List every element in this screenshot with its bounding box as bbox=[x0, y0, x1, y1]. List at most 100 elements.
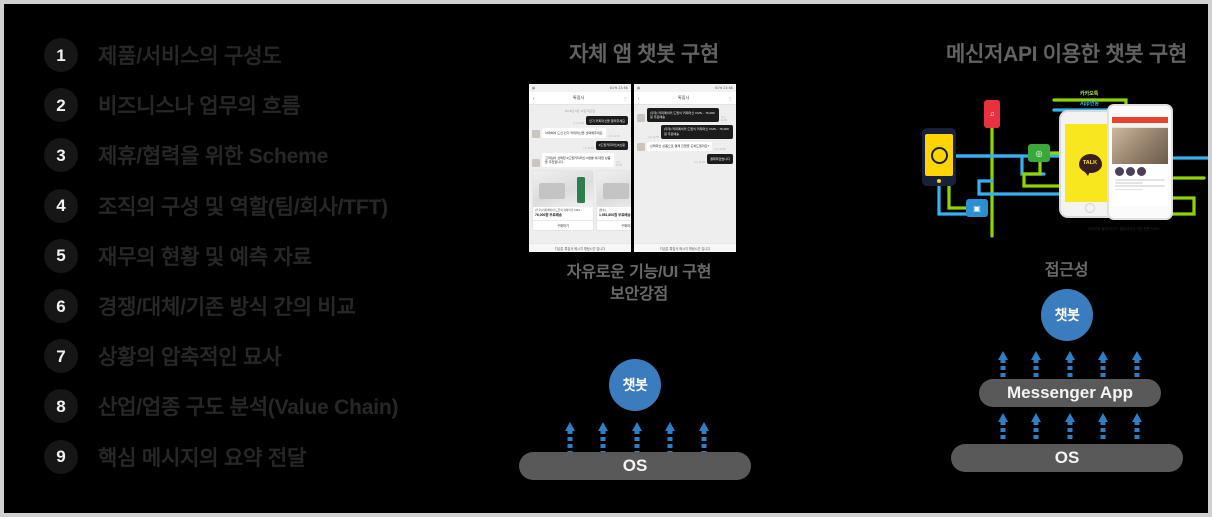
right-column-title: 메신저API 이용한 챗봇 구현 bbox=[946, 43, 1187, 66]
list-item-number-badge: 6 bbox=[44, 289, 78, 324]
app-text-lines bbox=[1112, 179, 1168, 191]
chat-title: 톡집사 bbox=[572, 95, 585, 100]
music-icon: ♫ bbox=[989, 110, 995, 118]
home-button-icon bbox=[1085, 203, 1095, 213]
music-node: ♫ bbox=[984, 100, 1000, 128]
list-item-number-badge: 2 bbox=[44, 88, 78, 123]
message-timestamp: 오후 11:56 bbox=[714, 148, 726, 152]
up-arrow-icon bbox=[564, 422, 575, 452]
chat-message-row: [쿠쿠] 커피메이커 드립식 커피머신 CMS... 76,000원 무료배송 오… bbox=[637, 108, 733, 122]
center-column-title: 자체 앱 챗봇 구현 bbox=[569, 43, 719, 66]
hub-device-node bbox=[922, 128, 956, 186]
avatar bbox=[532, 129, 540, 138]
right-stack-diagram: 챗봇 Messenger App OS bbox=[939, 289, 1194, 484]
arrow-shaft bbox=[1067, 359, 1072, 379]
avatar bbox=[637, 143, 645, 152]
arrow-shaft bbox=[567, 430, 572, 452]
chat-body: 2018년 9월 11일 화요일오후 11:51 인기 커피머신을 알려주세요아래… bbox=[529, 105, 631, 244]
slide-canvas: 1 제품/서비스의 구성도 2 비즈니스나 업무의 흐름 3 제휴/협력을 위한 Sche… bbox=[0, 0, 1212, 517]
product-card-carousel[interactable]: [쿠쿠] 커피메이커 드립식 커피머신 CMS... 76,000원 무료배송 구매… bbox=[532, 170, 631, 231]
product-price: 1,561,800원 무료배송 bbox=[599, 213, 631, 218]
list-item-number-badge: 1 bbox=[44, 38, 78, 73]
chat-message-row: 아래에서 드신 인기 커피머신을 선택해주세요. 오후 11:52 bbox=[532, 128, 628, 138]
up-arrow-icon bbox=[997, 413, 1008, 441]
list-item-label: 핵심 메시지의 요약 전달 bbox=[98, 446, 307, 470]
chat-body: [쿠쿠] 커피메이커 드립식 커피머신 CMS... 76,000원 무료배송 오… bbox=[634, 105, 736, 244]
list-item[interactable]: 6 경쟁/대체/기존 방식 간의 비교 bbox=[44, 281, 484, 331]
up-arrow-icon bbox=[598, 422, 609, 452]
chat-bubble: 인기 커피머신을 알려주세요 bbox=[586, 116, 628, 126]
avatar bbox=[1126, 167, 1135, 176]
center-column-caption: 자유로운 기능/UI 구현 보안강점 bbox=[514, 262, 764, 305]
text-line bbox=[1115, 182, 1143, 184]
status-left-icon: ▤ bbox=[532, 86, 536, 90]
up-arrow-icon bbox=[1098, 351, 1109, 379]
chat-navbar: ‹ 톡집사 ⋮ bbox=[529, 92, 631, 105]
up-arrow-icon bbox=[1131, 351, 1142, 379]
list-item-label: 산업/업종 구도 분석(Value Chain) bbox=[98, 396, 399, 420]
text-line bbox=[1115, 179, 1165, 181]
chat-navbar: ‹ 톡집사 ⋮ bbox=[634, 92, 736, 105]
chat-title: 톡집사 bbox=[677, 95, 690, 100]
buy-button[interactable]: 구매하기 bbox=[597, 219, 631, 230]
chat-message-row: 오후 11:56 결제하겠습니다 bbox=[637, 154, 733, 164]
chat-footer-notice: 지금은 톡집사 메시지 채팅시간 입니다 bbox=[529, 243, 631, 252]
product-card[interactable]: [쿠쿠] 커피메이커 드립식 커피머신 CMS... 76,000원 무료배송 구매… bbox=[532, 170, 594, 231]
arrow-shaft bbox=[1033, 359, 1039, 379]
list-item-label: 경쟁/대체/기존 방식 간의 비교 bbox=[98, 296, 356, 320]
arrow-shaft bbox=[1100, 359, 1106, 379]
text-line bbox=[1115, 188, 1143, 191]
product-card[interactable]: [캡슐]...1,561,800원 무료배송구매하기 bbox=[596, 170, 631, 231]
more-icon[interactable]: ⋮ bbox=[728, 96, 732, 101]
arrow-shaft bbox=[1134, 421, 1139, 441]
center-caption-line2: 보안강점 bbox=[609, 285, 669, 303]
app-hero-photo bbox=[1112, 128, 1168, 164]
chat-bubble: [쿠쿠] 커피메이커 드립식 커피머신 CMS... 76,000원 무료배송 bbox=[661, 124, 733, 139]
list-item-number-badge: 4 bbox=[44, 188, 78, 223]
chat-message-row: 오후 11:56 [쿠쿠] 커피메이커 드립식 커피머신 CMS... 76,00… bbox=[637, 124, 733, 139]
chat-message-row: 오후 11:51 인기 커피머신을 알려주세요 bbox=[532, 116, 628, 126]
right-arrow-group-messenger-to-bot bbox=[997, 351, 1142, 379]
message-timestamp: 오후 11:56 bbox=[693, 160, 706, 164]
messenger-app-bar: Messenger App bbox=[979, 379, 1161, 407]
list-item[interactable]: 2 비즈니스나 업무의 흐름 bbox=[44, 80, 484, 130]
android-phone-mockup bbox=[1107, 104, 1173, 220]
avatar bbox=[637, 113, 645, 122]
list-item[interactable]: 5 재무의 현황 및 예측 자료 bbox=[44, 231, 484, 281]
arrow-shaft bbox=[701, 430, 706, 452]
more-icon[interactable]: ⋮ bbox=[623, 96, 627, 101]
list-item-label: 조직의 구성 및 역할(팀/회사/TFT) bbox=[98, 195, 388, 219]
message-timestamp: 오후 11:56 bbox=[647, 135, 659, 139]
up-arrow-icon bbox=[1064, 351, 1075, 379]
status-left-icon: ▤ bbox=[637, 86, 641, 90]
message-timestamp: 오후 11:53 bbox=[616, 161, 623, 168]
text-line bbox=[1115, 185, 1165, 187]
messenger-illustration: TALK ♫ ◎ ▣ 카카오톡 App연동 카카오톡 플러스친구 / 옐로아이디… bbox=[904, 86, 1208, 246]
chat-screenshot: ▤ 61% 23:56 ‹ 톡집사 ⋮ 2018년 9월 11일 화요일오후 11:51 인… bbox=[529, 84, 631, 252]
message-timestamp: 오후 11:51 bbox=[572, 122, 585, 126]
arrow-shaft bbox=[1134, 359, 1139, 379]
chat-daystamp: 2018년 9월 11일 화요일 bbox=[564, 109, 596, 113]
back-icon[interactable]: ‹ bbox=[533, 96, 534, 101]
list-item-number-badge: 3 bbox=[44, 138, 78, 173]
arrow-shaft bbox=[1100, 421, 1106, 441]
phone-status-bar: ▤ 61% 23:56 bbox=[529, 84, 631, 92]
list-item[interactable]: 1 제품/서비스의 구성도 bbox=[44, 30, 484, 80]
list-item[interactable]: 8 산업/업종 구도 분석(Value Chain) bbox=[44, 381, 484, 431]
buy-button[interactable]: 구매하기 bbox=[533, 219, 593, 230]
list-item[interactable]: 4 조직의 구성 및 역할(팀/회사/TFT) bbox=[44, 181, 484, 231]
up-arrow-icon bbox=[1098, 413, 1109, 441]
back-icon[interactable]: ‹ bbox=[638, 96, 639, 101]
chat-footer-notice: 지금은 톡집사 메시지 채팅시간 입니다 bbox=[634, 243, 736, 252]
message-timestamp: 오후 11:52 bbox=[608, 134, 620, 138]
right-column-caption: 접근성 bbox=[1044, 262, 1089, 279]
product-image bbox=[533, 171, 593, 208]
app-avatar-row bbox=[1112, 164, 1168, 179]
up-arrow-icon bbox=[631, 422, 642, 452]
location-node: ◎ bbox=[1028, 144, 1050, 162]
list-item[interactable]: 7 상황의 압축적인 묘사 bbox=[44, 331, 484, 381]
list-item[interactable]: 9 핵심 메시지의 요약 전달 bbox=[44, 432, 484, 482]
arrow-shaft bbox=[1000, 359, 1005, 379]
list-item[interactable]: 3 제휴/협력을 위한 Scheme bbox=[44, 130, 484, 180]
right-chatbot-bubble: 챗봇 bbox=[1041, 289, 1093, 341]
